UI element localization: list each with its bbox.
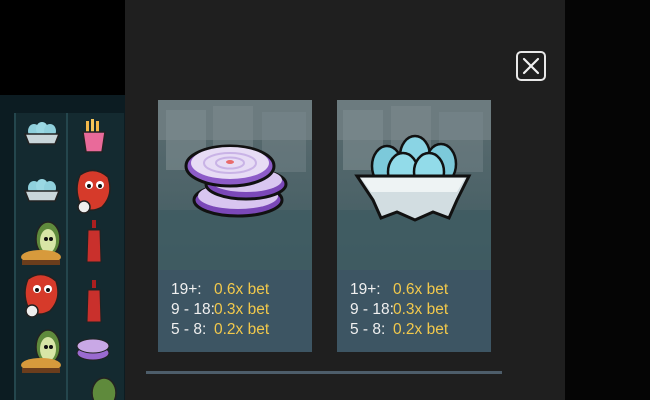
pay-range: 19+: [350, 281, 381, 298]
close-icon [522, 57, 540, 75]
red-onion-slices-icon [184, 144, 288, 218]
game-background-right [565, 0, 650, 400]
paytable-eggs: 19+: 0.6x bet 9 - 18: 0.3x bet 5 - 8: 0.… [337, 270, 491, 352]
burger-icon [21, 250, 61, 265]
ketchup-bottle-icon [86, 220, 102, 263]
pay-value: 0.3x bet [393, 301, 449, 318]
red-chili-mascot-icon [76, 169, 111, 214]
egg-carton-icon [23, 179, 61, 202]
pay-value: 0.2x bet [393, 321, 449, 338]
pay-value: 0.3x bet [214, 301, 270, 318]
pay-range: 19+: [171, 281, 202, 298]
symbol-card-eggs: 19+: 0.6x bet 9 - 18: 0.3x bet 5 - 8: 0.… [337, 100, 491, 352]
pay-range: 5 - 8: [350, 321, 386, 338]
divider [146, 371, 502, 374]
ketchup-bottle-icon [86, 280, 102, 323]
egg-carton-icon [354, 134, 472, 222]
red-onion-slices-icon [76, 338, 110, 361]
pay-range: 9 - 18: [350, 301, 394, 318]
paytable-onion: 19+: 0.6x bet 9 - 18: 0.3x bet 5 - 8: 0.… [158, 270, 312, 352]
pay-value: 0.6x bet [214, 281, 270, 298]
burger-icon [21, 358, 61, 373]
pay-value: 0.2x bet [214, 321, 270, 338]
close-button[interactable] [516, 51, 546, 81]
red-chili-mascot-icon [24, 273, 59, 318]
pay-range: 9 - 18: [171, 301, 215, 318]
pay-value: 0.6x bet [393, 281, 449, 298]
game-reels-background [0, 95, 125, 400]
symbol-card-onion: 19+: 0.6x bet 9 - 18: 0.3x bet 5 - 8: 0.… [158, 100, 312, 352]
avocado-icon [91, 377, 117, 400]
egg-carton-icon [23, 122, 61, 145]
fries-icon [82, 119, 106, 153]
pay-range: 5 - 8: [171, 321, 207, 338]
